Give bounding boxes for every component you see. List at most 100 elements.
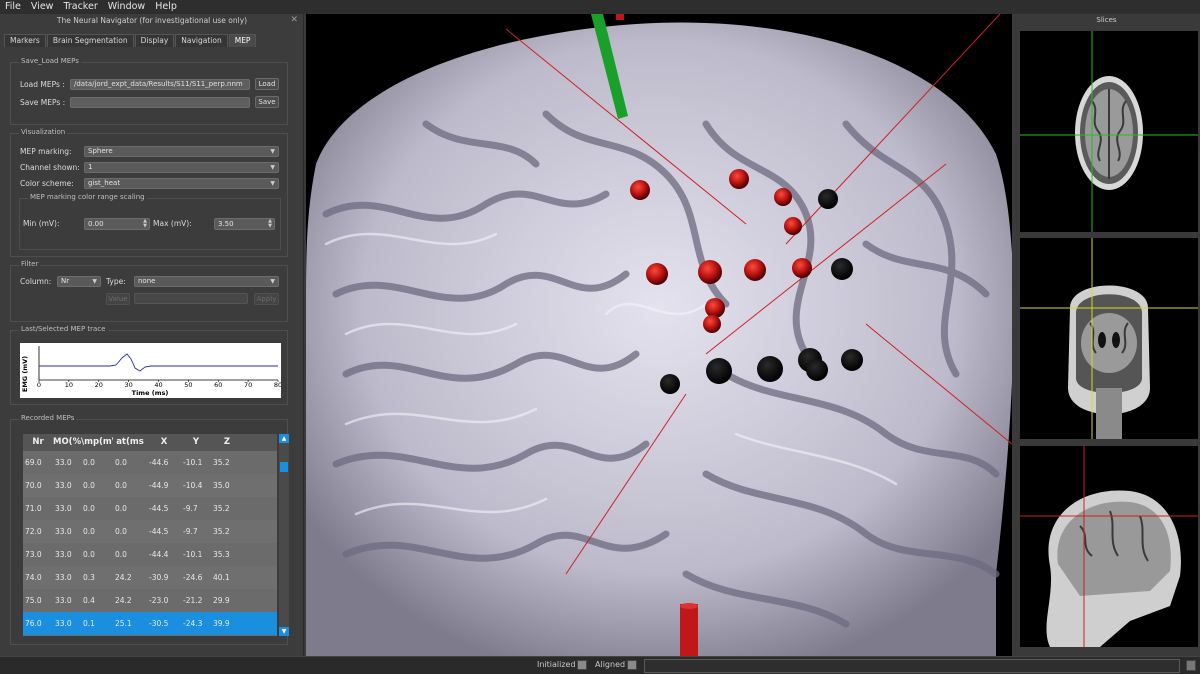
table-cell: -10.1 (183, 550, 203, 559)
close-icon[interactable]: ✕ (290, 15, 298, 25)
table-cell: 35.2 (213, 504, 230, 513)
table-row[interactable]: 74.0 33.0 0.3 24.2 -30.9 -24.6 40.1 (23, 566, 277, 589)
table-cell: 35.2 (213, 527, 230, 536)
max-spinbox[interactable]: 3.50 ▲ ▼ (214, 218, 275, 230)
mep-marker-black[interactable] (818, 189, 838, 209)
table-scrollbar[interactable]: ▲ ▼ (279, 434, 289, 636)
max-label: Max (mV): (153, 219, 192, 228)
apply-button[interactable]: Apply (254, 293, 279, 305)
col-header-nr[interactable]: Nr (23, 434, 53, 451)
recorded-meps-table[interactable]: Nr MO(%) \mp(mV at(ms X Y Z 69.0 33.0 0.0 0… (23, 434, 277, 636)
mep-marker-red[interactable] (792, 258, 812, 278)
table-row[interactable]: 75.0 33.0 0.4 24.2 -23.0 -21.2 29.9 (23, 589, 277, 612)
table-row[interactable]: 70.0 33.0 0.0 0.0 -44.9 -10.4 35.0 (23, 474, 277, 497)
save-path-field[interactable] (70, 97, 250, 108)
table-row[interactable]: 73.0 33.0 0.0 0.0 -44.4 -10.1 35.3 (23, 543, 277, 566)
col-header-z[interactable]: Z (211, 434, 243, 451)
col-header-mo[interactable]: MO(%) (53, 434, 81, 451)
dropdown-arrow-icon: ▼ (270, 278, 275, 285)
table-cell: -23.0 (149, 596, 169, 605)
tab-display[interactable]: Display (134, 34, 175, 47)
mep-marking-select[interactable]: Sphere ▼ (84, 146, 279, 157)
mep-marker-red[interactable] (729, 169, 749, 189)
table-cell: 71.0 (25, 504, 42, 513)
mep-marker-red[interactable] (705, 298, 725, 318)
mep-marker-black[interactable] (806, 359, 828, 381)
axial-slice-view[interactable] (1020, 31, 1198, 232)
load-button[interactable]: Load (255, 78, 279, 90)
table-cell: 0.0 (83, 527, 95, 536)
table-row[interactable]: 69.0 33.0 0.0 0.0 -44.6 -10.1 35.2 (23, 451, 277, 474)
trace-x-tick-label: 10 (65, 381, 73, 389)
tracker-pointer-red-cap (680, 603, 698, 609)
mep-marker-black[interactable] (757, 356, 783, 382)
3d-brain-viewport[interactable] (306, 14, 1012, 656)
mep-marker-black[interactable] (841, 349, 863, 371)
table-cell: 39.9 (213, 619, 230, 628)
table-cell: 69.0 (25, 458, 42, 467)
spin-arrows-icon[interactable]: ▲ ▼ (143, 219, 147, 229)
col-header-lat[interactable]: at(ms (113, 434, 147, 451)
sagittal-slice-view[interactable] (1020, 446, 1198, 647)
menu-tracker[interactable]: Tracker (58, 0, 102, 14)
type-select[interactable]: none ▼ (134, 276, 279, 287)
mep-marker-black[interactable] (706, 358, 732, 384)
tab-markers[interactable]: Markers (4, 34, 46, 47)
tracker-pointer-red-bottom (680, 604, 698, 656)
table-cell: -30.9 (149, 573, 169, 582)
trace-x-tick-label: 50 (184, 381, 192, 389)
min-spinbox[interactable]: 0.00 ▲ ▼ (84, 218, 150, 230)
mep-marker-red[interactable] (646, 263, 668, 285)
table-row[interactable]: 71.0 33.0 0.0 0.0 -44.5 -9.7 35.2 (23, 497, 277, 520)
scroll-down-icon[interactable]: ▼ (279, 627, 289, 636)
mep-marker-red[interactable] (630, 180, 650, 200)
table-cell: 75.0 (25, 596, 42, 605)
filter-value-field[interactable] (134, 293, 248, 304)
value-button[interactable]: Value (106, 293, 130, 305)
table-cell: 0.0 (115, 527, 127, 536)
coronal-slice-view[interactable] (1020, 238, 1198, 439)
table-cell: 25.1 (115, 619, 132, 628)
mep-marker-red[interactable] (744, 259, 766, 281)
color-scheme-select[interactable]: gist_heat ▼ (84, 178, 279, 189)
table-cell: 0.4 (83, 596, 95, 605)
menu-file[interactable]: File (0, 0, 26, 14)
mep-marker-black[interactable] (831, 258, 853, 280)
col-header-amp[interactable]: \mp(mV (81, 434, 113, 451)
table-row[interactable]: 72.0 33.0 0.0 0.0 -44.5 -9.7 35.2 (23, 520, 277, 543)
mep-marker-red[interactable] (703, 315, 721, 333)
col-header-y[interactable]: Y (181, 434, 211, 451)
menu-view[interactable]: View (26, 0, 59, 14)
tab-mep[interactable]: MEP (228, 34, 257, 47)
table-cell: 0.0 (83, 550, 95, 559)
tab-brain-segmentation[interactable]: Brain Segmentation (46, 34, 134, 47)
scroll-thumb[interactable] (280, 462, 288, 472)
mep-marking-value: Sphere (88, 147, 113, 155)
channel-select[interactable]: 1 ▼ (84, 162, 279, 173)
status-resize-handle[interactable] (1186, 660, 1196, 671)
mep-marker-red[interactable] (698, 260, 722, 284)
col-header-x[interactable]: X (147, 434, 181, 451)
load-path-field[interactable]: /data/jord_expt_data/Results/S11/S11_per… (70, 79, 250, 90)
tab-navigation[interactable]: Navigation (175, 34, 228, 47)
trace-x-ticks: 0 10 20 30 40 50 60 70 80 (37, 380, 282, 389)
tracker-pointer-red-top (616, 14, 624, 20)
mep-marker-red[interactable] (784, 217, 802, 235)
column-select[interactable]: Nr ▼ (57, 276, 101, 287)
control-panel: The Neural Navigator (for investigationa… (0, 14, 304, 656)
menu-window[interactable]: Window (103, 0, 150, 14)
mep-marker-red[interactable] (774, 188, 792, 206)
dropdown-arrow-icon: ▼ (270, 148, 275, 155)
status-message-field (644, 659, 1180, 673)
scroll-up-icon[interactable]: ▲ (279, 434, 289, 443)
status-checkbox-icon (577, 660, 587, 670)
min-label: Min (mV): (23, 219, 60, 228)
type-label: Type: (106, 277, 126, 286)
status-bar: Initialized Aligned (0, 656, 1200, 674)
save-button[interactable]: Save (255, 96, 279, 108)
column-label: Column: (20, 277, 52, 286)
mep-marker-black[interactable] (660, 374, 680, 394)
spin-arrows-icon[interactable]: ▲ ▼ (268, 219, 272, 229)
table-row[interactable]: 76.0 33.0 0.1 25.1 -30.5 -24.3 39.9 (23, 612, 277, 635)
menu-help[interactable]: Help (150, 0, 182, 14)
